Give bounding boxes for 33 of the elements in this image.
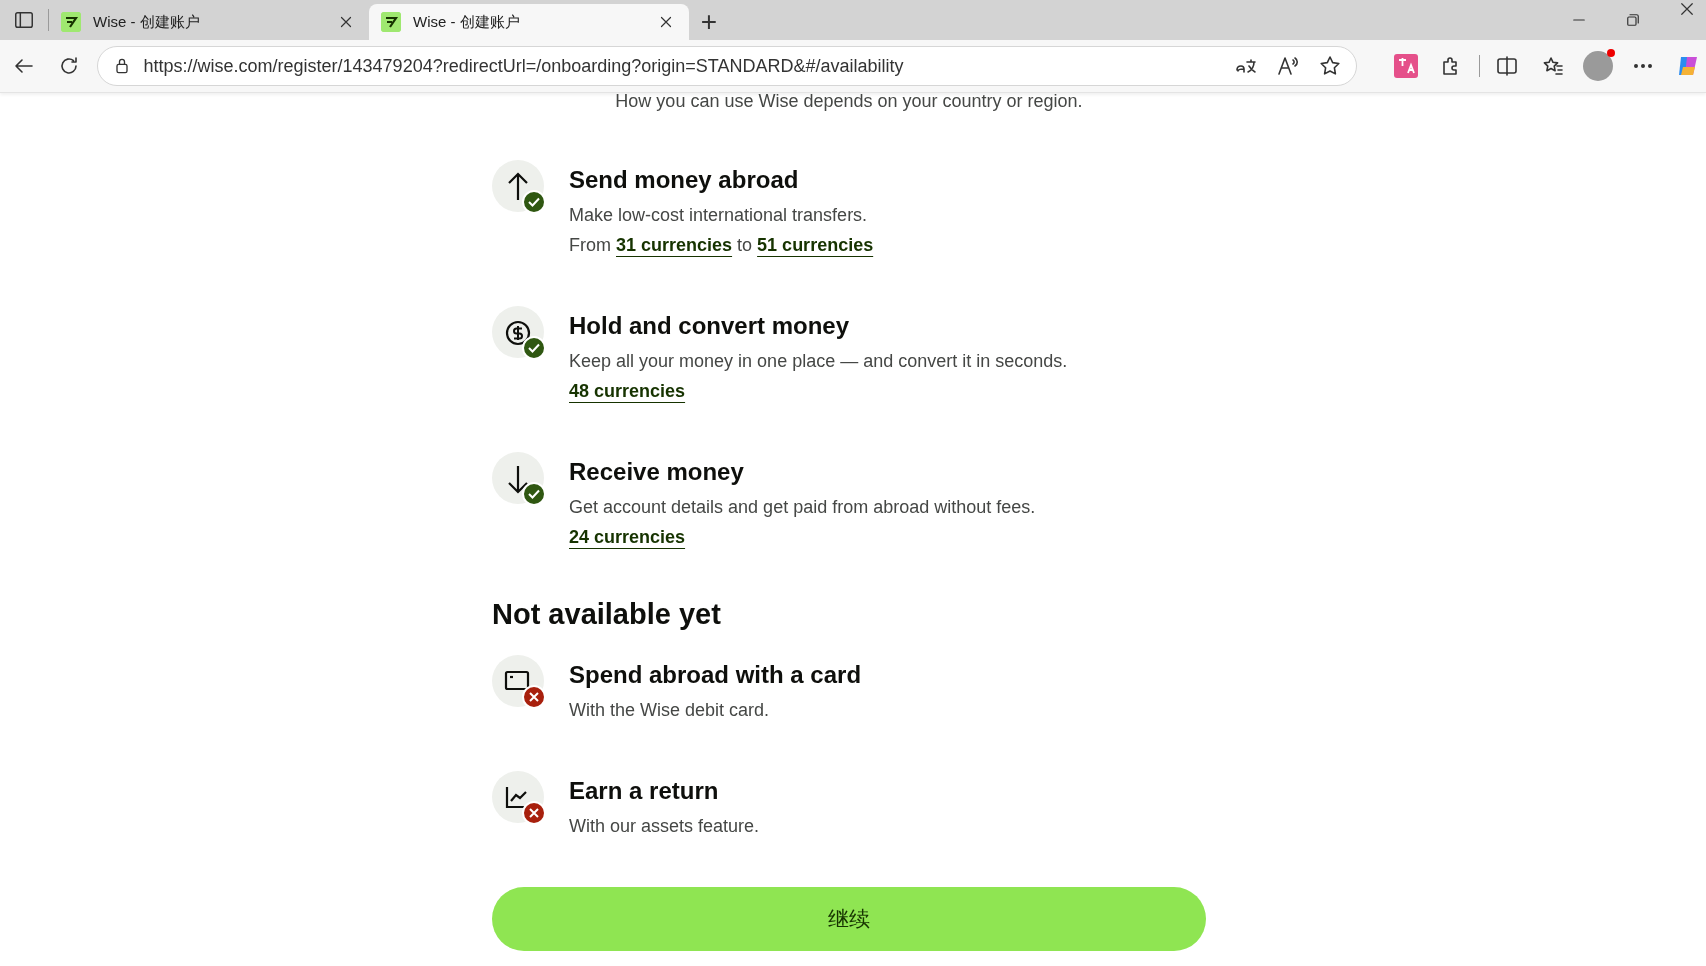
tab-actions-icon[interactable] xyxy=(13,9,35,31)
feature-description: to xyxy=(737,234,753,257)
new-tab-button[interactable]: + xyxy=(689,4,729,40)
feature-description: Make low-cost international transfers. xyxy=(569,204,868,227)
close-window-icon[interactable] xyxy=(1678,0,1696,18)
subtitle: How you can use Wise depends on your country or region. xyxy=(614,91,1084,112)
profile-avatar[interactable] xyxy=(1582,51,1613,81)
wise-logo-icon xyxy=(61,12,81,32)
feature-description: With our assets feature. xyxy=(569,815,760,838)
currencies-link[interactable]: 51 currencies xyxy=(757,230,874,260)
feature-description: Keep all your money in one place — and convert it in seconds. xyxy=(569,350,1068,373)
feature-description: Get account details and get paid from abroad without fees. xyxy=(569,496,1036,519)
browser-tab[interactable]: Wise - 创建账户 xyxy=(369,4,689,40)
restore-icon[interactable] xyxy=(1624,11,1642,29)
translator-extension-icon[interactable] xyxy=(1393,54,1418,78)
feature-title: Spend abroad with a card xyxy=(569,660,862,690)
currencies-link[interactable]: 31 currencies xyxy=(616,230,733,260)
feature-title: Send money abroad xyxy=(569,165,800,195)
currencies-link[interactable]: 48 currencies xyxy=(569,376,686,406)
browser-tab[interactable]: Wise - 创建账户 xyxy=(49,4,369,40)
feature-title: Earn a return xyxy=(569,776,720,806)
currencies-link[interactable]: 24 currencies xyxy=(569,522,686,552)
address-bar[interactable]: https://wise.com/register/143479204?redirectUrl=/onboarding?origin=STANDARD&#/availability xyxy=(96,46,1357,86)
read-aloud-icon[interactable] xyxy=(1275,54,1300,78)
feature-description: From xyxy=(569,234,611,257)
feature-title: Hold and convert money xyxy=(569,311,851,341)
split-screen-icon[interactable] xyxy=(1495,54,1520,78)
favorite-star-icon[interactable] xyxy=(1317,54,1342,78)
continue-button[interactable]: 继续 xyxy=(492,887,1206,951)
feature-description: With the Wise debit card. xyxy=(569,699,770,722)
wise-logo-icon xyxy=(381,12,401,32)
feature-title: Receive money xyxy=(569,457,745,487)
section-heading: Not available yet xyxy=(492,598,722,631)
